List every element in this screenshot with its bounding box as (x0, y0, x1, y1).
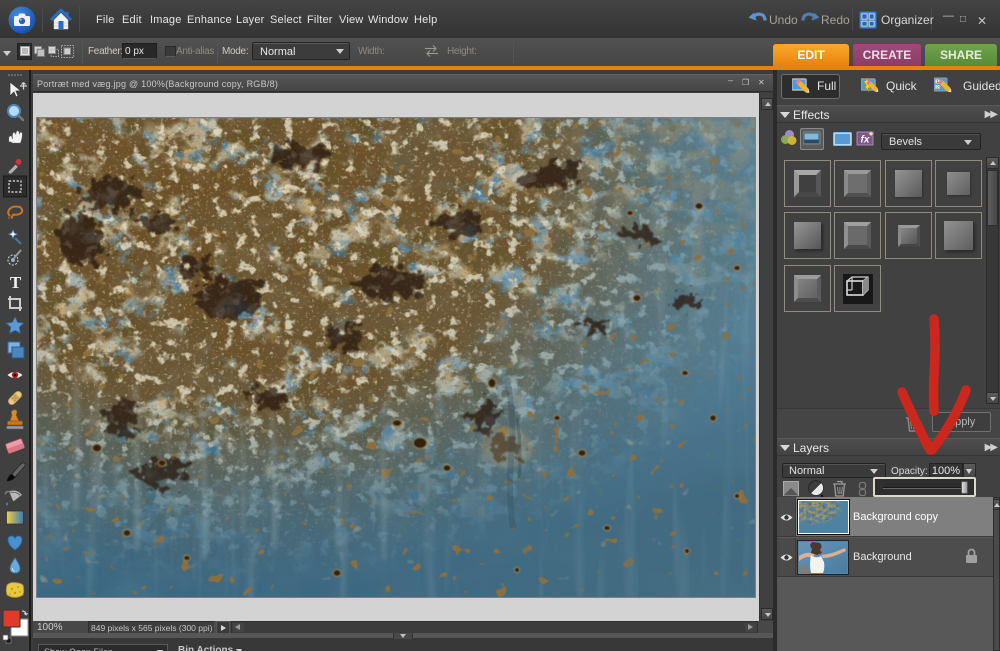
svg-text:T: T (10, 273, 22, 292)
svg-text:fx: fx (861, 135, 870, 146)
